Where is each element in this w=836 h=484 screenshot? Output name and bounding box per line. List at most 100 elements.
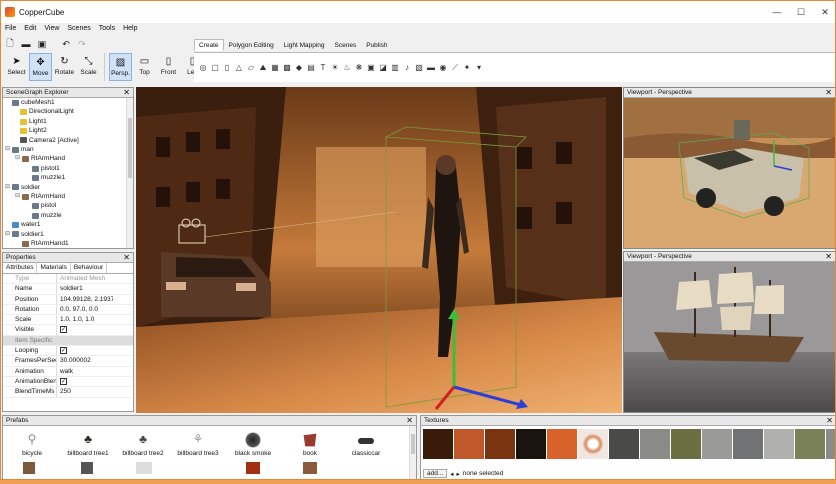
tab-behaviour[interactable]: Behaviour: [71, 263, 108, 273]
undo-icon[interactable]: ↶: [59, 37, 73, 51]
property-row[interactable]: Position104.99128, 2.19379,: [3, 294, 133, 305]
checkmark-icon[interactable]: ✓: [60, 347, 67, 355]
dropdown-icon[interactable]: ▾: [474, 63, 484, 73]
texture-thumbnail[interactable]: [640, 429, 670, 459]
prefab-classiccar[interactable]: classiccar: [341, 432, 391, 457]
tree-item[interactable]: cubeMesh1: [5, 98, 133, 107]
overlay-icon[interactable]: ▧: [414, 63, 424, 73]
texture-thumbnail[interactable]: [578, 429, 608, 459]
expand-toggle-icon[interactable]: ⊟: [5, 145, 12, 154]
property-row[interactable]: Looping ✓: [3, 346, 133, 357]
tree-item[interactable]: ⊟ soldier: [5, 183, 133, 192]
wand-icon[interactable]: ✦: [462, 63, 472, 73]
web-icon[interactable]: ◉: [438, 63, 448, 73]
texture-thumbnail[interactable]: [671, 429, 701, 459]
expand-toggle-icon[interactable]: ⊟: [5, 230, 12, 239]
property-row[interactable]: AnimationBlending✓: [3, 376, 133, 388]
new-file-icon[interactable]: 🗋: [3, 37, 17, 51]
property-checkbox[interactable]: ✓: [57, 377, 113, 386]
prefab-thumbnail[interactable]: [136, 462, 152, 474]
tree-item[interactable]: Camera2 [Active]: [5, 136, 133, 145]
property-value[interactable]: 0.0, 97.0, 0.0: [57, 305, 113, 314]
scale-tool-button[interactable]: ⤡ Scale: [77, 53, 100, 81]
texture-thumbnail[interactable]: [485, 429, 515, 459]
texture-thumbnail[interactable]: [702, 429, 732, 459]
texture-scroll-right-icon[interactable]: ▸: [457, 470, 460, 478]
menu-edit[interactable]: Edit: [20, 23, 40, 35]
rotate-tool-button[interactable]: ↻ Rotate: [53, 53, 76, 81]
line-icon[interactable]: ⟋: [450, 63, 460, 73]
property-row[interactable]: Rotation 0.0, 97.0, 0.0: [3, 304, 133, 316]
texture-thumbnail[interactable]: [826, 429, 835, 459]
camera-icon[interactable]: ▣: [366, 63, 376, 73]
tab-scenes[interactable]: Scenes: [330, 39, 362, 51]
cylinder-icon[interactable]: ▯: [222, 63, 232, 73]
tree-item[interactable]: ⊟ soldier1: [5, 230, 133, 239]
prefab-bicycle[interactable]: ⚲ bicycle: [7, 432, 57, 457]
tree-item[interactable]: DirectionalLight: [5, 107, 133, 116]
texture-thumbnail[interactable]: [454, 429, 484, 459]
path-icon[interactable]: ◪: [378, 63, 388, 73]
light-icon[interactable]: ☀: [330, 63, 340, 73]
property-row[interactable]: FramesPerSecond30.000002: [3, 356, 133, 367]
tab-materials[interactable]: Materials: [37, 263, 71, 273]
redo-icon[interactable]: ↷: [75, 37, 89, 51]
texture-thumbnail[interactable]: [609, 429, 639, 459]
texture-thumbnail[interactable]: [733, 429, 763, 459]
prefab-billboard-tree1[interactable]: ♣ billboard tree1: [63, 432, 113, 457]
tree-item[interactable]: pistol1: [5, 164, 133, 173]
tab-attributes[interactable]: Attributes: [3, 263, 38, 273]
billboard-icon[interactable]: ▤: [306, 63, 316, 73]
texture-thumbnail[interactable]: [516, 429, 546, 459]
property-value[interactable]: 30.000002: [57, 356, 113, 365]
tree-item[interactable]: Light2: [5, 126, 133, 135]
property-value[interactable]: 250: [57, 387, 113, 396]
terrain-icon[interactable]: ⛰: [258, 63, 268, 73]
menu-help[interactable]: Help: [119, 23, 141, 35]
close-icon[interactable]: ✕: [123, 253, 130, 263]
texture-thumbnail[interactable]: [764, 429, 794, 459]
grid-icon[interactable]: ▦: [270, 63, 280, 73]
move-tool-button[interactable]: ✥ Move: [29, 53, 52, 81]
expand-toggle-icon[interactable]: ⊟: [5, 183, 12, 192]
prefabs-scrollbar[interactable]: [409, 426, 416, 479]
close-button[interactable]: ✕: [813, 1, 835, 23]
property-value[interactable]: soldier1: [57, 284, 113, 293]
prefab-black-smoke[interactable]: black smoke: [228, 432, 278, 457]
property-value[interactable]: 104.99128, 2.19379,: [57, 295, 113, 304]
property-checkbox[interactable]: ✓: [57, 325, 113, 334]
tree-item[interactable]: ⊟ RtArmHand: [5, 192, 133, 201]
tree-item[interactable]: Light1: [5, 117, 133, 126]
property-row[interactable]: BlendTimeMs 250: [3, 387, 133, 398]
tab-polygon-editing[interactable]: Polygon Editing: [224, 39, 279, 51]
viewport-perspective-top[interactable]: Viewport - Perspective ✕: [623, 87, 835, 249]
prefab-thumbnail[interactable]: [303, 462, 317, 474]
maximize-button[interactable]: ☐: [789, 1, 813, 23]
close-icon[interactable]: ✕: [406, 416, 413, 426]
main-viewport[interactable]: [136, 87, 622, 413]
tree-item[interactable]: RtArmHand1: [5, 239, 133, 248]
property-value[interactable]: 1.0, 1.0, 1.0: [57, 315, 113, 324]
prefab-thumbnail[interactable]: [23, 462, 35, 474]
cone-icon[interactable]: △: [234, 63, 244, 73]
tree-item[interactable]: muzzle: [5, 211, 133, 220]
tab-publish[interactable]: Publish: [361, 39, 392, 51]
checkmark-icon[interactable]: ✓: [60, 326, 67, 334]
particle-icon[interactable]: ❋: [354, 63, 364, 73]
property-row[interactable]: Type Animated Mesh: [3, 274, 133, 285]
menu-scenes[interactable]: Scenes: [63, 23, 94, 35]
prefab-thumbnail[interactable]: [246, 462, 260, 474]
property-row[interactable]: Scale 1.0, 1.0, 1.0: [3, 315, 133, 326]
close-icon[interactable]: ✕: [825, 88, 832, 98]
skybox-icon[interactable]: ▩: [282, 63, 292, 73]
property-row[interactable]: Animation walk: [3, 366, 133, 377]
prefab-book[interactable]: book: [285, 432, 335, 457]
save-icon[interactable]: ▣: [35, 37, 49, 51]
texture-thumbnail[interactable]: [795, 429, 825, 459]
tree-item[interactable]: ⊟ man: [5, 145, 133, 154]
property-value[interactable]: Animated Mesh: [57, 274, 113, 283]
prefab-thumbnail[interactable]: [81, 462, 93, 474]
add-texture-button[interactable]: add...: [423, 469, 448, 478]
cube-icon[interactable]: ▢: [210, 63, 220, 73]
close-icon[interactable]: ✕: [123, 88, 130, 98]
